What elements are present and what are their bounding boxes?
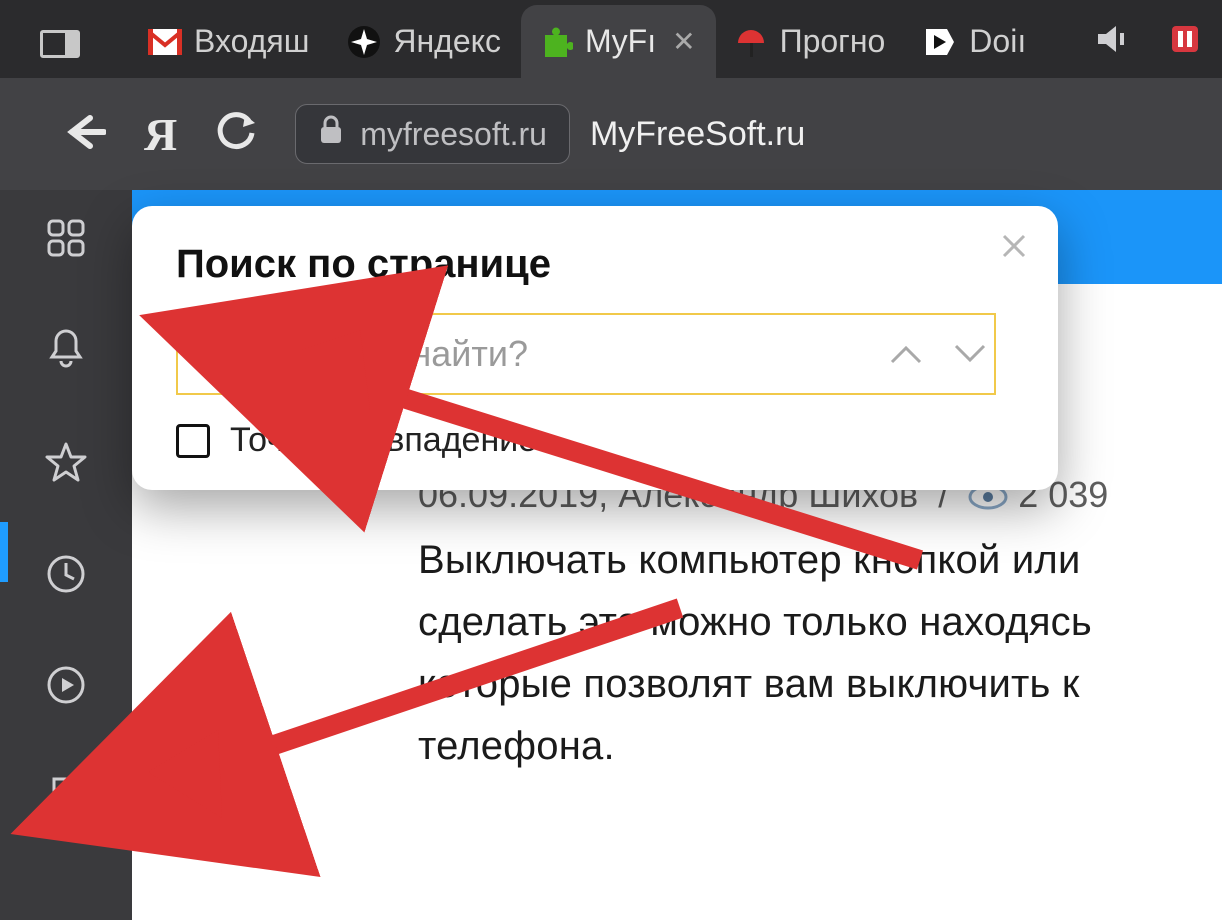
find-exact-label: Точное совпадение — [230, 421, 537, 460]
tab-label: Яндекс — [393, 23, 501, 60]
find-in-page-popover: Поиск по странице Точное совпадение — [132, 206, 1058, 490]
tab-label: Прогно — [780, 23, 886, 60]
article-body: Выключать компьютер кнопкой или сделать … — [418, 529, 1222, 777]
lock-icon — [318, 115, 344, 153]
find-in-page-icon[interactable] — [46, 775, 86, 826]
checkbox-icon — [176, 424, 210, 458]
sidebar-active-indicator — [0, 522, 8, 582]
url-domain: myfreesoft.ru — [360, 116, 547, 153]
star-icon[interactable] — [44, 440, 88, 489]
puzzle-icon — [539, 25, 573, 59]
nav-link-partial[interactable]: Восстано — [1057, 312, 1222, 355]
address-bar[interactable]: myfreesoft.ru MyFreeSoft.ru — [295, 99, 1182, 169]
sidebar — [0, 190, 132, 920]
yandex-logo-icon[interactable]: Я — [144, 108, 177, 161]
tab-label: Входяш — [194, 23, 309, 60]
history-icon[interactable] — [45, 553, 87, 600]
tab-doi[interactable]: Doiı — [905, 5, 1046, 78]
reload-button[interactable] — [215, 111, 257, 158]
volume-icon[interactable] — [1096, 24, 1134, 54]
find-title: Поиск по странице — [176, 242, 1014, 287]
tab-weather[interactable]: Прогно — [716, 5, 906, 78]
system-tray — [1096, 24, 1200, 54]
back-button[interactable] — [60, 112, 106, 157]
tab-yandex[interactable]: Яндекс — [329, 5, 521, 78]
play-badge-icon — [923, 25, 957, 59]
tab-myfreesoft[interactable]: MyFı ✕ — [521, 5, 716, 78]
apps-grid-icon[interactable] — [46, 218, 86, 263]
umbrella-icon — [734, 25, 768, 59]
find-exact-match-toggle[interactable]: Точное совпадение — [176, 421, 1014, 460]
close-icon[interactable]: ✕ — [672, 25, 695, 58]
tab-gmail[interactable]: Входяш — [130, 5, 329, 78]
window-layout-icon[interactable] — [40, 30, 80, 58]
sparkle-icon — [347, 25, 381, 59]
find-prev-button[interactable] — [888, 342, 924, 366]
find-input[interactable] — [176, 313, 996, 395]
find-next-button[interactable] — [952, 342, 988, 366]
close-icon[interactable] — [1000, 232, 1028, 265]
bell-icon[interactable] — [46, 327, 86, 376]
tab-label: MyFı — [585, 23, 656, 60]
tab-label: Doiı — [969, 23, 1026, 60]
tab-strip: Входяш Яндекс MyFı ✕ Прогно Doiı — [0, 0, 1222, 78]
play-circle-icon[interactable] — [45, 664, 87, 711]
app-indicator-icon[interactable] — [1170, 24, 1200, 54]
toolbar: Я myfreesoft.ru MyFreeSoft.ru — [0, 78, 1222, 190]
gmail-icon — [148, 25, 182, 59]
page-title: MyFreeSoft.ru — [590, 115, 805, 154]
